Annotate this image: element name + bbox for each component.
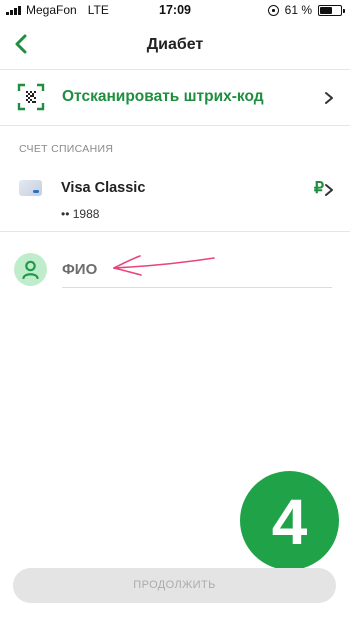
- battery-fill: [320, 6, 333, 14]
- fio-placeholder: ФИО: [62, 261, 98, 278]
- continue-button[interactable]: ПРОДОЛЖИТЬ: [13, 568, 336, 603]
- account-name: Visa Classic: [61, 180, 146, 196]
- chevron-right-icon: [325, 184, 333, 196]
- debit-account-row[interactable]: Visa Classic •• 1988 ₽: [0, 166, 350, 232]
- rotation-lock-icon: [267, 4, 279, 16]
- card-icon: [19, 180, 42, 196]
- person-icon: [22, 260, 39, 279]
- continue-button-label: ПРОДОЛЖИТЬ: [133, 579, 216, 591]
- page-title: Диабет: [146, 36, 204, 53]
- scan-barcode-row[interactable]: Отсканировать штрих-код: [0, 70, 350, 126]
- chevron-right-icon: [325, 92, 333, 104]
- section-label-debit-account: СЧЕТ СПИСАНИЯ: [19, 143, 114, 155]
- battery-icon: [318, 4, 345, 16]
- person-icon-badge: [14, 253, 47, 286]
- step-number: 4: [271, 486, 308, 558]
- battery-percent: 61 %: [284, 3, 312, 17]
- barcode-scan-icon: [17, 83, 45, 111]
- step-number-badge: 4: [240, 471, 339, 570]
- currency-symbol: ₽: [313, 180, 324, 197]
- status-bar: MegaFon LTE 17:09 61 %: [0, 0, 350, 20]
- scan-barcode-label: Отсканировать штрих-код: [62, 88, 264, 105]
- status-right: 61 %: [267, 3, 345, 17]
- account-number: •• 1988: [61, 207, 100, 221]
- annotation-arrow-icon: [113, 255, 215, 276]
- nav-bar: Диабет: [0, 20, 350, 70]
